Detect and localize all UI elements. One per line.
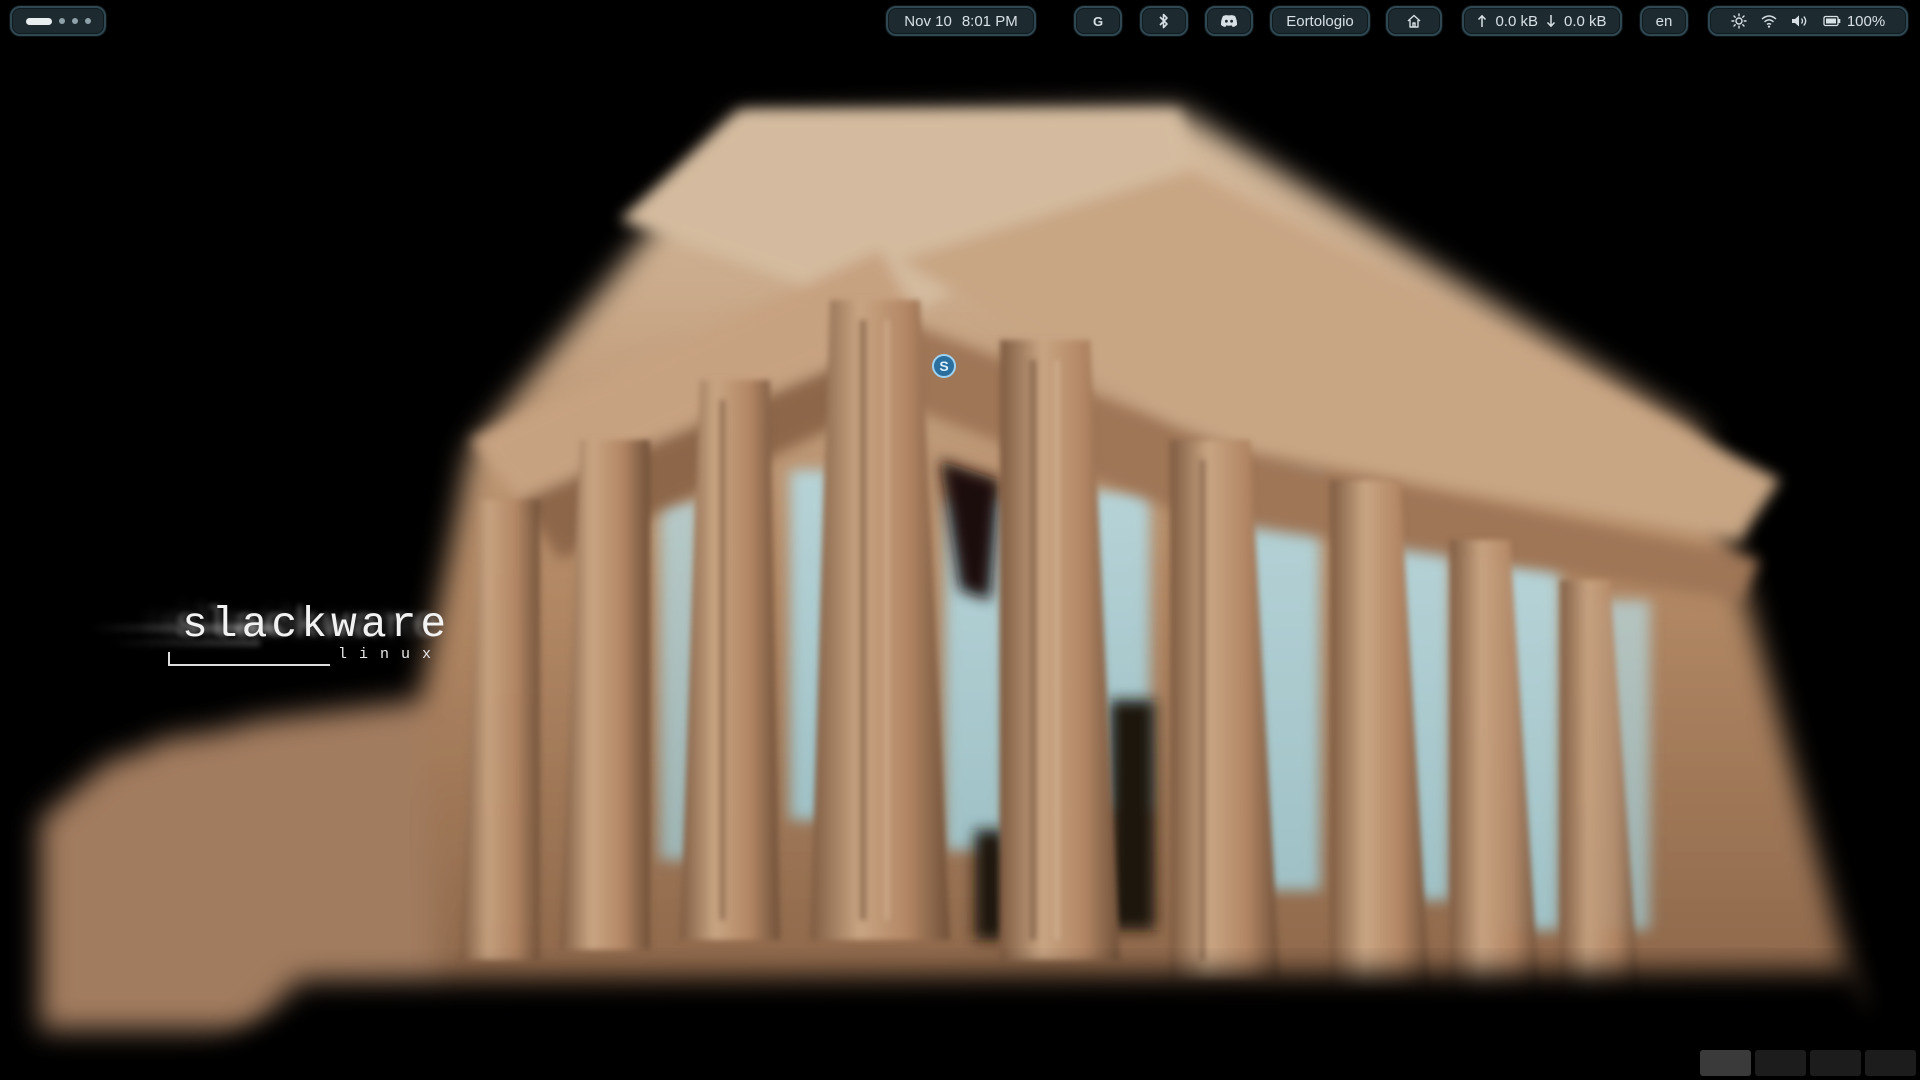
bluetooth-icon: [1158, 13, 1170, 29]
home-icon: [1406, 13, 1422, 29]
logo-underline: [168, 652, 330, 666]
workspace-pager[interactable]: [1700, 1050, 1916, 1076]
window-title: Eortologio: [1286, 12, 1354, 30]
window-title-widget[interactable]: Eortologio: [1270, 6, 1370, 36]
brightness-icon[interactable]: [1731, 13, 1747, 29]
battery-icon: [1823, 15, 1841, 27]
download-speed: 0.0 kB: [1564, 12, 1607, 30]
pager-workspace-2[interactable]: [1755, 1050, 1806, 1076]
wifi-icon[interactable]: [1761, 14, 1777, 28]
upload-arrow-icon: [1477, 14, 1487, 28]
desktop-app-icon-letter: S: [939, 358, 949, 374]
pager-workspace-3[interactable]: [1810, 1050, 1861, 1076]
logo-subtitle: linux: [338, 646, 444, 663]
clock-widget[interactable]: Nov 10 8:01 PM: [886, 6, 1036, 36]
workspace-switcher[interactable]: [10, 6, 106, 36]
home-button[interactable]: [1386, 6, 1442, 36]
network-speed-widget[interactable]: 0.0 kB 0.0 kB: [1462, 6, 1622, 36]
pager-workspace-4[interactable]: [1865, 1050, 1916, 1076]
logo-word: slackware: [182, 600, 451, 649]
battery-widget[interactable]: 100%: [1823, 13, 1885, 30]
pager-workspace-1[interactable]: [1700, 1050, 1751, 1076]
slackware-logo: slackware linux: [90, 600, 470, 675]
bluetooth-button[interactable]: [1140, 6, 1188, 36]
keyboard-layout-button[interactable]: en: [1640, 6, 1688, 36]
battery-percentage: 100%: [1846, 12, 1886, 30]
desktop: S slackware linux Nov 10 8:01 PM G Eorto…: [0, 0, 1920, 1080]
volume-icon[interactable]: [1791, 14, 1809, 28]
clock-date: Nov 10: [904, 12, 952, 30]
g-app-label: G: [1092, 13, 1104, 29]
keyboard-layout-label: en: [1655, 12, 1673, 30]
desktop-app-icon[interactable]: S: [932, 354, 956, 378]
upload-speed: 0.0 kB: [1495, 12, 1538, 30]
clock-time: 8:01 PM: [961, 12, 1018, 30]
system-tray[interactable]: 100%: [1708, 6, 1908, 36]
wallpaper: [0, 0, 1920, 1080]
workspace-indicator[interactable]: [71, 18, 78, 24]
discord-icon: [1220, 14, 1238, 28]
discord-button[interactable]: [1205, 6, 1253, 36]
workspace-indicator[interactable]: [84, 18, 91, 24]
workspace-indicator-active[interactable]: [25, 17, 52, 25]
workspace-indicator[interactable]: [58, 18, 65, 24]
g-app-button[interactable]: G: [1074, 6, 1122, 36]
download-arrow-icon: [1546, 14, 1556, 28]
